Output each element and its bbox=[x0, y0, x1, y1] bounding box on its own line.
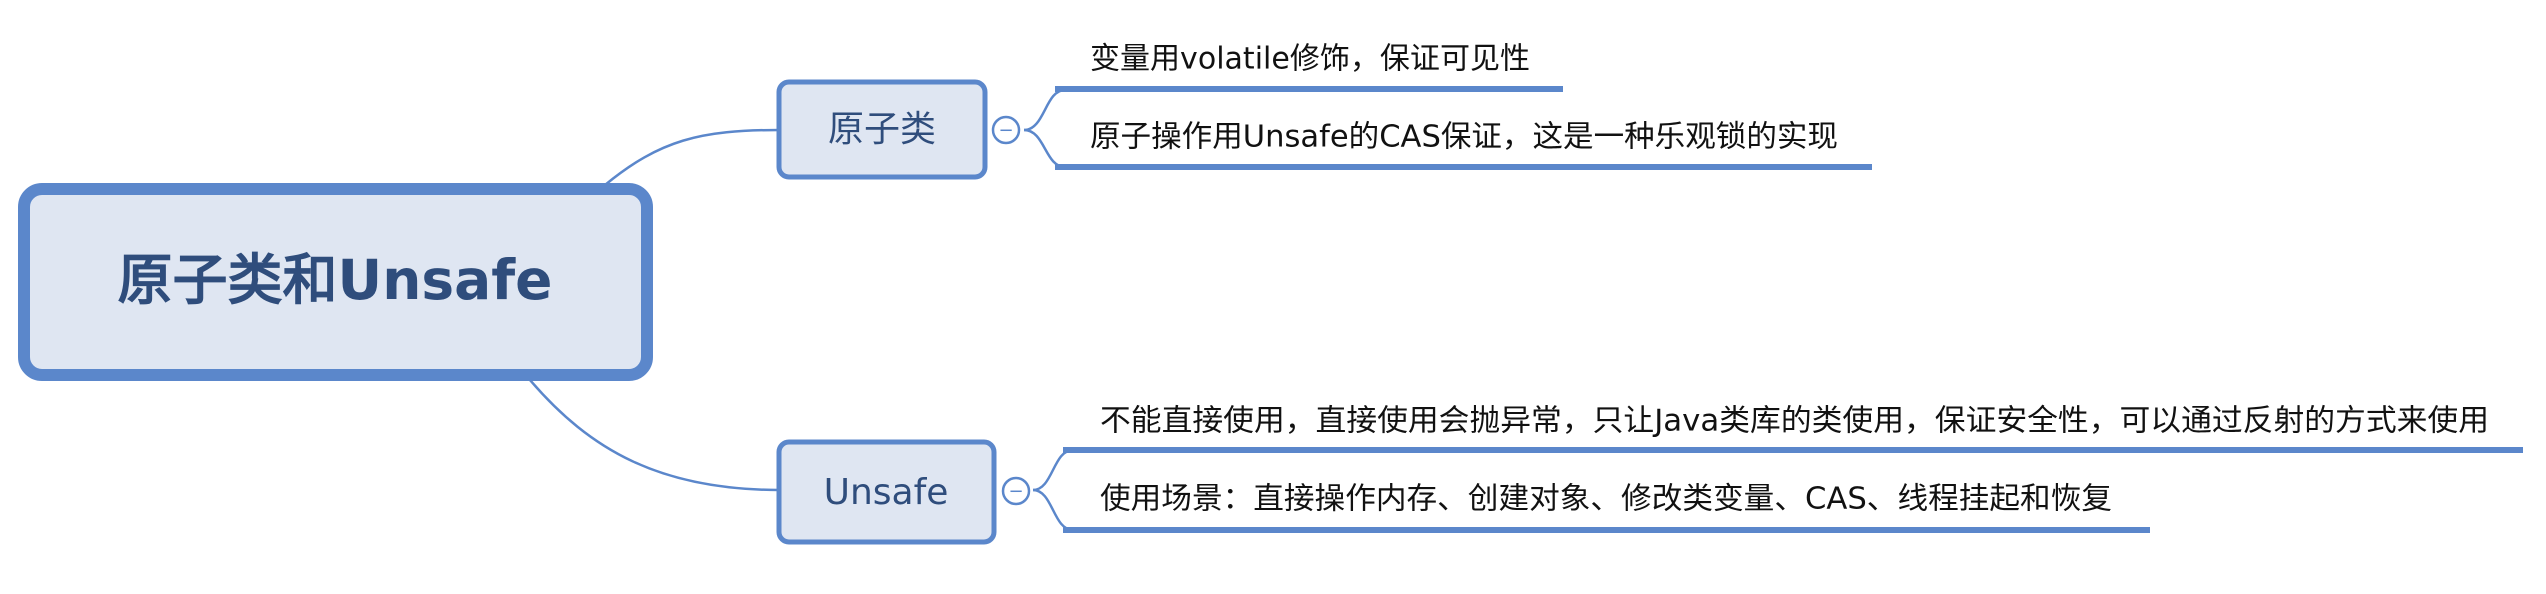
connector-root-to-atomic bbox=[604, 128, 781, 186]
branch-node-label: Unsafe bbox=[824, 472, 949, 513]
root-node[interactable]: 原子类和Unsafe bbox=[18, 183, 653, 381]
collapse-toggle-unsafe[interactable]: − bbox=[1001, 476, 1031, 506]
leaf-topic-label[interactable]: 不能直接使用，直接使用会抛异常，只让Java类库的类使用，保证安全性，可以通过反… bbox=[1100, 404, 2489, 439]
root-node-label: 原子类和Unsafe bbox=[118, 248, 553, 312]
connector-atomic-to-leaf-1 bbox=[1023, 88, 1066, 132]
collapse-icon: − bbox=[1008, 481, 1023, 502]
collapse-icon: − bbox=[998, 120, 1013, 141]
leaf-topic-label[interactable]: 变量用volatile修饰，保证可见性 bbox=[1090, 42, 1530, 77]
connector-atomic-to-leaf-2 bbox=[1023, 128, 1066, 169]
mindmap-canvas: 原子类和Unsafe 原子类 − Unsafe − 变量用volatile修饰，… bbox=[18, 42, 2523, 545]
branch-node-label: 原子类 bbox=[828, 109, 936, 150]
collapse-toggle-atomic-class[interactable]: − bbox=[991, 115, 1021, 145]
leaf-topic-label[interactable]: 使用场景：直接操作内存、创建对象、修改类变量、CAS、线程挂起和恢复 bbox=[1100, 482, 2112, 517]
leaf-topic-label[interactable]: 原子操作用Unsafe的CAS保证，这是一种乐观锁的实现 bbox=[1090, 120, 1838, 155]
connector-unsafe-to-leaf-1 bbox=[1032, 448, 1074, 492]
branch-node-unsafe[interactable]: Unsafe bbox=[776, 439, 997, 545]
connector-root-to-unsafe bbox=[529, 379, 781, 492]
connector-unsafe-to-leaf-2 bbox=[1032, 488, 1074, 532]
branch-node-atomic-class[interactable]: 原子类 bbox=[776, 79, 988, 180]
